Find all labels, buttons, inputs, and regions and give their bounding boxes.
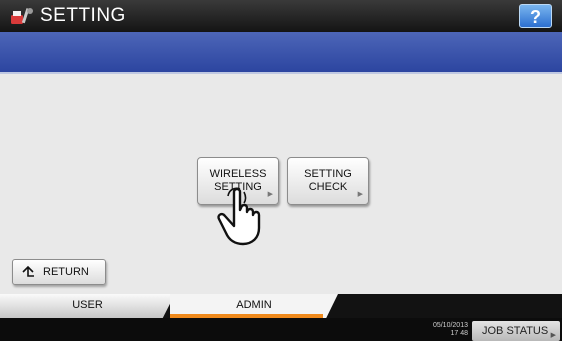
- tab-bar: USER ADMIN: [0, 294, 562, 318]
- setting-check-button[interactable]: SETTING CHECK ▶: [287, 157, 369, 205]
- page-title: SETTING: [40, 5, 126, 26]
- job-status-button[interactable]: JOB STATUS ▶: [472, 321, 560, 341]
- status-bar: 05/10/2013 17 48 JOB STATUS ▶: [0, 318, 562, 341]
- title-bar: SETTING ?: [0, 0, 562, 32]
- hand-pointer-icon: [217, 187, 261, 246]
- date-time: 05/10/2013 17 48: [404, 322, 468, 338]
- tab-admin-label: ADMIN: [236, 299, 272, 311]
- submenu-arrow-icon: ▶: [357, 191, 363, 198]
- printer-tools-icon: [11, 8, 33, 24]
- job-status-label: JOB STATUS: [482, 325, 549, 337]
- message-bar: [0, 32, 562, 72]
- tab-user-label: USER: [72, 299, 103, 311]
- return-arrow-icon: [22, 265, 34, 277]
- return-label: RETURN: [43, 266, 89, 278]
- setting-screen: SETTING ? WIRELESS SETTING ▶ SETTING CHE…: [0, 0, 562, 341]
- submenu-arrow-icon: ▶: [550, 332, 556, 339]
- setting-check-label: SETTING CHECK: [304, 168, 352, 193]
- help-button[interactable]: ?: [519, 4, 552, 28]
- tab-user[interactable]: USER: [0, 294, 175, 318]
- return-button[interactable]: RETURN: [12, 259, 106, 285]
- time: 17 48: [450, 330, 468, 337]
- tab-admin[interactable]: ADMIN: [170, 294, 338, 318]
- date: 05/10/2013: [432, 322, 468, 329]
